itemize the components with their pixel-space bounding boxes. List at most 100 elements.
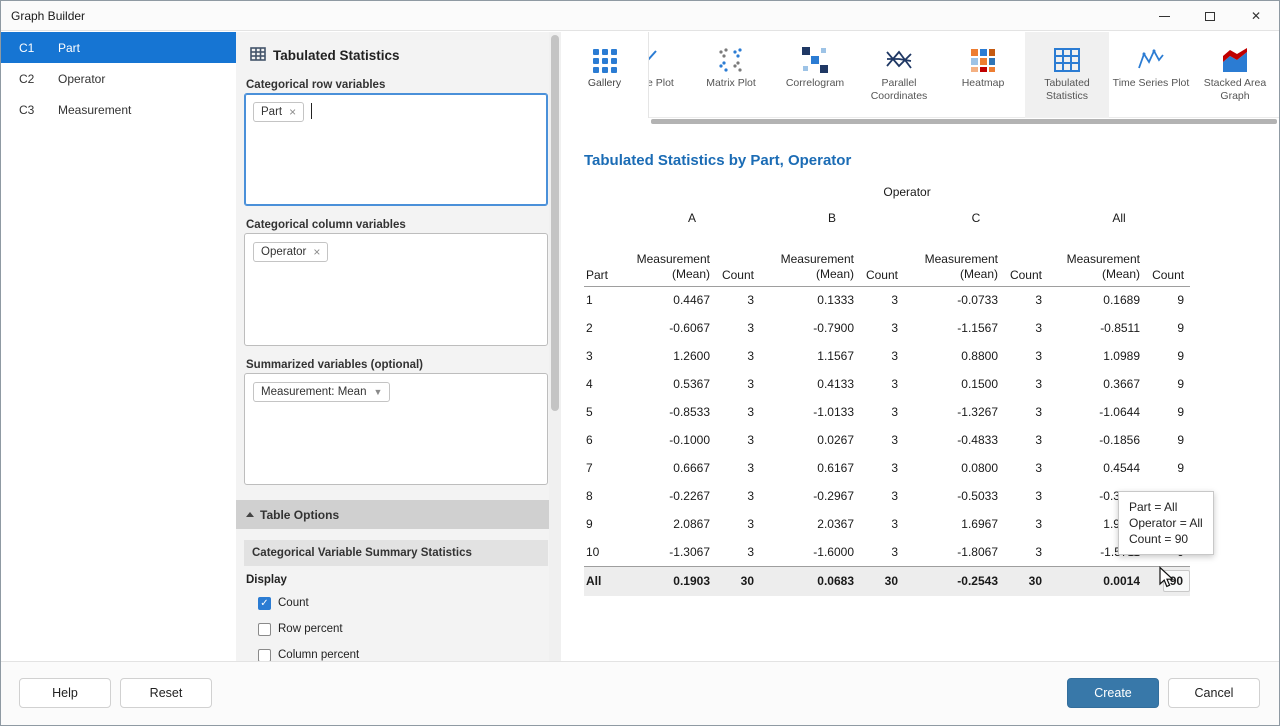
part-cell: 8 <box>584 482 624 510</box>
parallel-coordinates-icon <box>885 42 913 74</box>
variable-chip-part[interactable]: Part× <box>253 102 304 122</box>
gallery-item-e-plot[interactable]: e Plot <box>645 32 693 118</box>
checkbox-row-percent[interactable]: Row percent <box>258 616 541 642</box>
table-row: 40.536730.413330.150030.36679 <box>584 370 1190 398</box>
chip-label: Operator <box>261 246 306 258</box>
text-cursor <box>311 103 312 119</box>
builder-title: Tabulated Statistics <box>250 46 400 65</box>
gallery-item-tabulated-statistics[interactable]: Tabulated Statistics <box>1025 32 1109 118</box>
gallery-item-matrix-plot[interactable]: Matrix Plot <box>689 32 773 118</box>
remove-chip-icon[interactable]: × <box>313 246 320 258</box>
titlebar: Graph Builder ✕ <box>1 1 1279 31</box>
col-group-a: A <box>624 204 760 232</box>
row-variables-box[interactable]: Part× <box>244 93 548 206</box>
table-cell: 3 <box>860 510 904 538</box>
table-cell: -0.2543 <box>904 566 1004 596</box>
sidebar-item-part[interactable]: C1Part <box>1 32 236 63</box>
checkbox-label: Count <box>278 597 309 609</box>
table-cell: 0.4467 <box>624 286 716 314</box>
table-row: 6-0.100030.02673-0.48333-0.18569 <box>584 426 1190 454</box>
gallery-item-parallel-coordinates[interactable]: Parallel Coordinates <box>857 32 941 118</box>
table-cell: 30 <box>1004 566 1048 596</box>
table-cell: 3 <box>716 482 760 510</box>
table-cell: 3 <box>860 342 904 370</box>
table-cell: 3 <box>716 342 760 370</box>
table-cell: 3 <box>1004 398 1048 426</box>
gallery-scrollbar[interactable] <box>649 118 1279 125</box>
table-row: 92.086732.036731.696731.94009 <box>584 510 1190 538</box>
part-cell: 3 <box>584 342 624 370</box>
table-cell: 3 <box>1004 538 1048 566</box>
builder-scrollbar[interactable] <box>549 32 561 661</box>
window-title: Graph Builder <box>11 9 85 23</box>
count-header: Count <box>1146 232 1190 286</box>
column-variables-box[interactable]: Operator × <box>244 233 548 346</box>
table-cell: 3 <box>860 370 904 398</box>
gallery-item-heatmap[interactable]: Heatmap <box>941 32 1025 118</box>
table-cell: 30 <box>860 566 904 596</box>
gallery-icon <box>592 42 618 74</box>
gallery-tab[interactable]: Gallery <box>561 32 649 118</box>
table-cell: -1.8067 <box>904 538 1004 566</box>
summarized-variables-box[interactable]: Measurement: Mean▼ <box>244 373 548 485</box>
tooltip-line: Part = All <box>1129 499 1203 515</box>
table-cell: -0.2967 <box>760 482 860 510</box>
gallery-item-stacked-area-graph[interactable]: Stacked Area Graph <box>1193 32 1277 118</box>
summary-statistics-header: Categorical Variable Summary Statistics <box>244 540 548 566</box>
table-cell: 0.1500 <box>904 370 1004 398</box>
checkbox-label: Row percent <box>278 623 343 635</box>
builder-scrollbar-thumb[interactable] <box>551 35 559 411</box>
reset-button[interactable]: Reset <box>120 678 212 708</box>
minimize-button[interactable] <box>1141 1 1187 31</box>
help-button[interactable]: Help <box>19 678 111 708</box>
variable-chip-measurement-mean[interactable]: Measurement: Mean▼ <box>253 382 390 402</box>
table-cell: 3 <box>716 286 760 314</box>
table-row: 10.446730.13333-0.073330.16899 <box>584 286 1190 314</box>
sidebar-item-operator[interactable]: C2Operator <box>1 63 236 94</box>
collapse-icon <box>246 512 254 517</box>
maximize-button[interactable] <box>1187 1 1233 31</box>
table-cell: -0.8511 <box>1048 314 1146 342</box>
table-cell: 9 <box>1146 426 1190 454</box>
checkbox-box[interactable]: ✓ <box>258 597 271 610</box>
gallery-item-correlogram[interactable]: Correlogram <box>773 32 857 118</box>
cancel-button[interactable]: Cancel <box>1168 678 1260 708</box>
table-cell: 0.0683 <box>760 566 860 596</box>
table-cell: 3 <box>716 454 760 482</box>
checkbox-count[interactable]: ✓ Count <box>258 590 541 616</box>
checkbox-column-percent[interactable]: Column percent <box>258 642 541 661</box>
table-cell: 1.6967 <box>904 510 1004 538</box>
minimize-icon <box>1159 16 1170 17</box>
table-cell: 0.5367 <box>624 370 716 398</box>
table-cell: -0.7900 <box>760 314 860 342</box>
gallery-item-time-series-plot[interactable]: Time Series Plot <box>1109 32 1193 118</box>
sidebar-item-measurement[interactable]: C3Measurement <box>1 94 236 125</box>
table-cell: 3 <box>860 398 904 426</box>
remove-chip-icon[interactable]: × <box>289 106 296 118</box>
hover-tooltip: Part = AllOperator = AllCount = 90 <box>1118 491 1214 555</box>
checkbox-label: Column percent <box>278 649 359 661</box>
tooltip-line: Count = 90 <box>1129 531 1203 547</box>
table-cell: 3 <box>1004 454 1048 482</box>
table-cell: 1.2600 <box>624 342 716 370</box>
variable-chip-operator[interactable]: Operator × <box>253 242 328 262</box>
statistics-table: OperatorABCAllPartMeasurement(Mean)Count… <box>584 180 1190 596</box>
close-button[interactable]: ✕ <box>1233 1 1279 31</box>
table-cell: 3 <box>1004 314 1048 342</box>
gallery-scrollbar-thumb[interactable] <box>651 119 1277 124</box>
table-cell: -1.0644 <box>1048 398 1146 426</box>
table-cell: 3 <box>860 426 904 454</box>
table-cell: 0.6667 <box>624 454 716 482</box>
table-cell: 2.0867 <box>624 510 716 538</box>
heatmap-icon <box>969 42 997 74</box>
checkbox-box[interactable] <box>258 623 271 636</box>
create-button[interactable]: Create <box>1067 678 1159 708</box>
table-cell: 3 <box>1004 370 1048 398</box>
chevron-down-icon[interactable]: ▼ <box>373 388 382 397</box>
table-options-header[interactable]: Table Options <box>236 500 549 529</box>
table-cell: 0.1903 <box>624 566 716 596</box>
table-row: 31.260031.156730.880031.09899 <box>584 342 1190 370</box>
table-cell: 1.1567 <box>760 342 860 370</box>
table-cell: 3 <box>1004 510 1048 538</box>
checkbox-box[interactable] <box>258 649 271 662</box>
